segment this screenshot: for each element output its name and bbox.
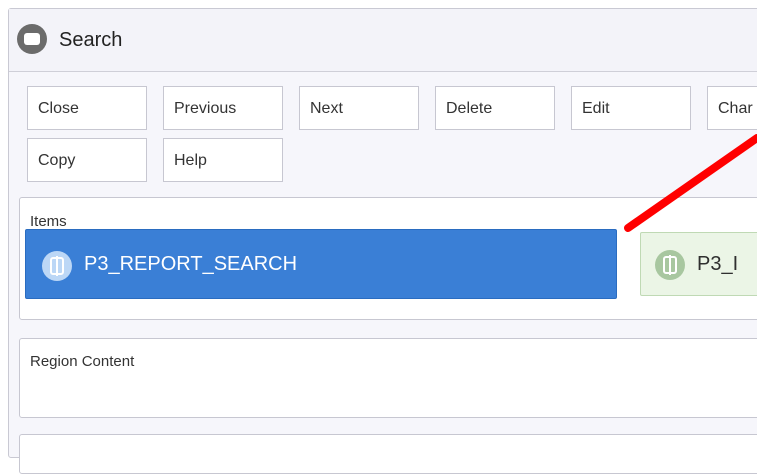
item-label: P3_I [697, 253, 739, 275]
copy-button[interactable]: Copy [27, 138, 147, 182]
region-content-section: Region Content [19, 338, 757, 418]
help-button[interactable]: Help [163, 138, 283, 182]
region-header: Search [9, 9, 757, 72]
region-icon [17, 24, 47, 54]
delete-button[interactable]: Delete [435, 86, 555, 130]
next-button[interactable]: Next [299, 86, 419, 130]
text-field-icon [655, 250, 685, 280]
item-p3-partial[interactable]: P3_I [640, 232, 757, 296]
next-section [19, 434, 757, 474]
change-button[interactable]: Char [707, 86, 757, 130]
item-p3-report-search[interactable]: P3_REPORT_SEARCH [25, 229, 617, 299]
close-button[interactable]: Close [27, 86, 147, 130]
region-content-label: Region Content [30, 353, 135, 370]
items-label: Items [30, 213, 67, 230]
region-title: Search [59, 29, 123, 51]
item-label: P3_REPORT_SEARCH [84, 253, 298, 275]
edit-button[interactable]: Edit [571, 86, 691, 130]
previous-button[interactable]: Previous [163, 86, 283, 130]
text-field-icon [42, 251, 72, 281]
